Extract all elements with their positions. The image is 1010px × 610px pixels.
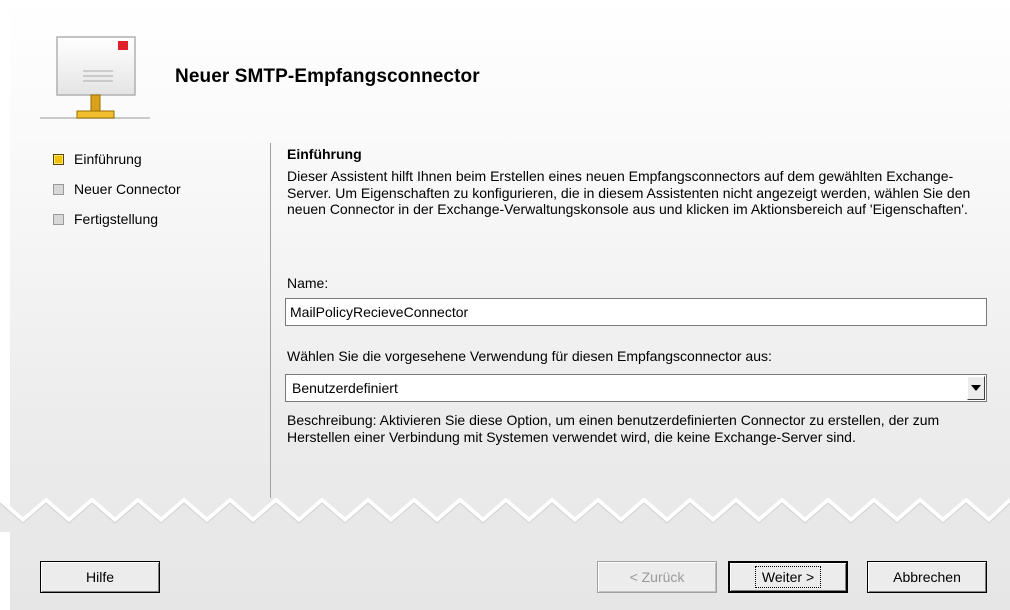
step-einfuehrung: Einführung	[53, 144, 181, 174]
wizard-steps: Einführung Neuer Connector Fertigstellun…	[53, 144, 181, 234]
usage-description: Beschreibung: Aktivieren Sie diese Optio…	[287, 412, 940, 445]
usage-label: Wählen Sie die vorgesehene Verwendung fü…	[287, 348, 772, 364]
vertical-divider	[270, 143, 271, 498]
step-label: Neuer Connector	[74, 181, 181, 197]
dropdown-button[interactable]	[967, 376, 985, 400]
usage-dropdown[interactable]: Benutzerdefiniert	[285, 374, 987, 402]
step-active-icon	[53, 153, 64, 165]
intro-text: Dieser Assistent hilft Ihnen beim Erstel…	[287, 168, 971, 217]
zigzag-divider	[0, 497, 1010, 532]
section-title: Einführung	[287, 146, 362, 162]
name-label: Name:	[287, 275, 329, 291]
usage-selected-value: Benutzerdefiniert	[292, 380, 398, 396]
chevron-down-icon	[971, 385, 981, 391]
step-inactive-icon	[53, 213, 64, 225]
mail-connector-icon	[40, 36, 150, 119]
wizard-window: Neuer SMTP-Empfangsconnector Einführung …	[0, 0, 1010, 610]
step-fertigstellung: Fertigstellung	[53, 204, 181, 234]
step-inactive-icon	[53, 183, 64, 195]
next-button[interactable]: Weiter >	[728, 561, 848, 593]
back-button[interactable]: < Zurück	[597, 561, 717, 593]
step-label: Fertigstellung	[74, 211, 159, 227]
next-button-label: Weiter >	[754, 566, 822, 588]
step-label: Einführung	[74, 151, 142, 167]
step-neuer-connector: Neuer Connector	[53, 174, 181, 204]
name-input[interactable]	[285, 298, 987, 326]
wizard-title: Neuer SMTP-Empfangsconnector	[175, 66, 480, 87]
cancel-button[interactable]: Abbrechen	[867, 561, 987, 593]
help-button[interactable]: Hilfe	[40, 561, 160, 593]
